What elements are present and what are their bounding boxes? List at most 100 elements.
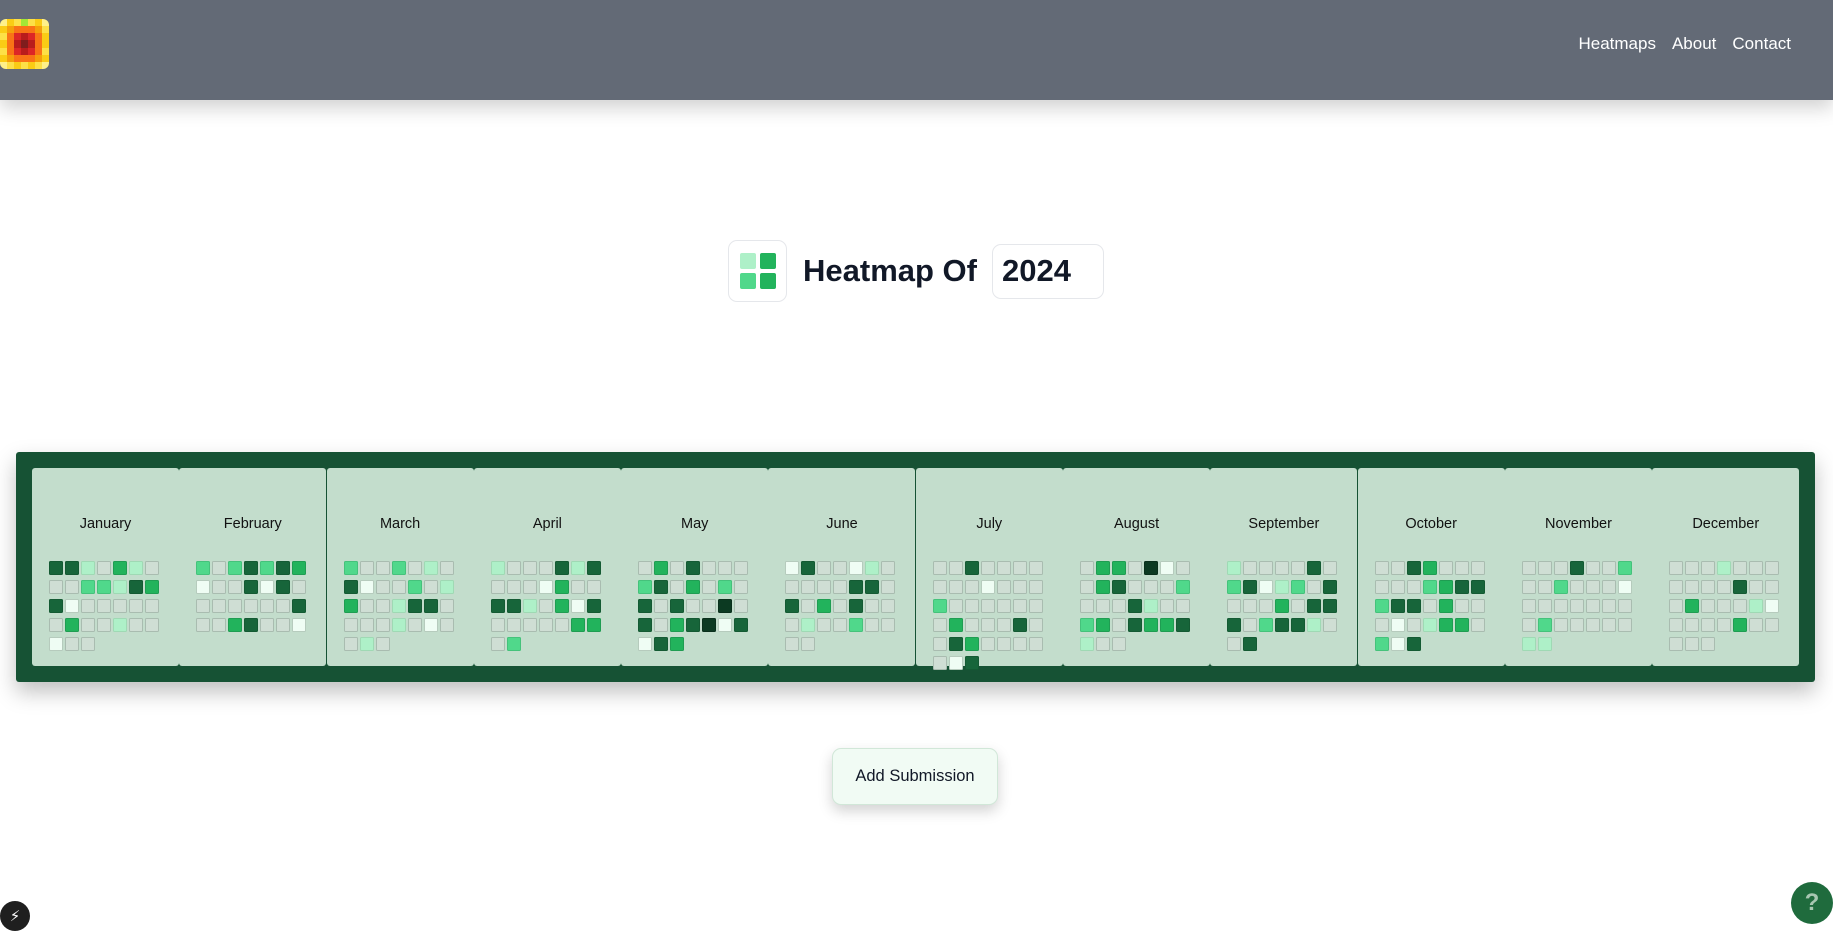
day-cell[interactable] [1685, 580, 1700, 594]
day-cell[interactable] [964, 561, 979, 575]
day-cell[interactable] [785, 618, 800, 632]
day-cell[interactable] [49, 599, 63, 613]
day-cell[interactable] [586, 599, 601, 613]
day-cell[interactable] [785, 561, 800, 575]
day-cell[interactable] [1717, 580, 1732, 594]
day-cell[interactable] [1275, 618, 1290, 632]
day-cell[interactable] [702, 599, 717, 613]
day-cell[interactable] [490, 580, 505, 594]
day-cell[interactable] [1422, 561, 1437, 575]
day-cell[interactable] [980, 637, 995, 651]
day-cell[interactable] [490, 599, 505, 613]
day-cell[interactable] [964, 599, 979, 613]
day-cell[interactable] [1765, 618, 1780, 632]
day-cell[interactable] [1128, 599, 1143, 613]
day-cell[interactable] [228, 561, 243, 575]
day-cell[interactable] [980, 618, 995, 632]
day-cell[interactable] [1096, 561, 1111, 575]
day-cell[interactable] [97, 599, 111, 613]
day-cell[interactable] [1701, 618, 1716, 632]
day-cell[interactable] [670, 580, 685, 594]
day-cell[interactable] [1374, 637, 1389, 651]
day-cell[interactable] [586, 580, 601, 594]
day-cell[interactable] [638, 599, 653, 613]
day-cell[interactable] [702, 580, 717, 594]
day-cell[interactable] [343, 618, 358, 632]
day-cell[interactable] [1012, 637, 1027, 651]
day-cell[interactable] [881, 580, 896, 594]
day-cell[interactable] [359, 561, 374, 575]
day-cell[interactable] [1243, 561, 1258, 575]
day-cell[interactable] [506, 561, 521, 575]
day-cell[interactable] [849, 580, 864, 594]
day-cell[interactable] [1227, 599, 1242, 613]
day-cell[interactable] [538, 599, 553, 613]
day-cell[interactable] [1585, 561, 1600, 575]
day-cell[interactable] [1028, 637, 1043, 651]
day-cell[interactable] [506, 580, 521, 594]
day-cell[interactable] [586, 561, 601, 575]
day-cell[interactable] [129, 599, 143, 613]
day-cell[interactable] [1012, 618, 1027, 632]
day-cell[interactable] [964, 618, 979, 632]
day-cell[interactable] [244, 599, 259, 613]
day-cell[interactable] [1553, 599, 1568, 613]
day-cell[interactable] [212, 580, 227, 594]
day-cell[interactable] [1374, 580, 1389, 594]
day-cell[interactable] [1454, 580, 1469, 594]
day-cell[interactable] [145, 580, 159, 594]
day-cell[interactable] [670, 637, 685, 651]
day-cell[interactable] [1569, 580, 1584, 594]
day-cell[interactable] [980, 599, 995, 613]
day-cell[interactable] [1096, 599, 1111, 613]
day-cell[interactable] [865, 561, 880, 575]
day-cell[interactable] [244, 580, 259, 594]
day-cell[interactable] [260, 580, 275, 594]
day-cell[interactable] [1144, 599, 1159, 613]
day-cell[interactable] [833, 561, 848, 575]
day-cell[interactable] [1390, 599, 1405, 613]
day-cell[interactable] [849, 561, 864, 575]
day-cell[interactable] [212, 561, 227, 575]
day-cell[interactable] [1733, 618, 1748, 632]
day-cell[interactable] [1323, 618, 1338, 632]
day-cell[interactable] [81, 599, 95, 613]
bolt-icon[interactable]: ⚡ [0, 901, 30, 931]
day-cell[interactable] [1012, 580, 1027, 594]
day-cell[interactable] [718, 618, 733, 632]
day-cell[interactable] [407, 580, 422, 594]
day-cell[interactable] [49, 580, 63, 594]
day-cell[interactable] [1160, 580, 1175, 594]
day-cell[interactable] [1390, 618, 1405, 632]
day-cell[interactable] [1406, 599, 1421, 613]
day-cell[interactable] [81, 580, 95, 594]
day-cell[interactable] [865, 580, 880, 594]
day-cell[interactable] [1374, 599, 1389, 613]
day-cell[interactable] [1080, 561, 1095, 575]
day-cell[interactable] [1374, 561, 1389, 575]
day-cell[interactable] [129, 618, 143, 632]
day-cell[interactable] [1243, 637, 1258, 651]
day-cell[interactable] [1717, 599, 1732, 613]
day-cell[interactable] [980, 561, 995, 575]
day-cell[interactable] [1701, 599, 1716, 613]
day-cell[interactable] [948, 656, 963, 670]
day-cell[interactable] [1454, 618, 1469, 632]
day-cell[interactable] [1028, 599, 1043, 613]
day-cell[interactable] [1601, 580, 1616, 594]
day-cell[interactable] [1227, 580, 1242, 594]
day-cell[interactable] [1307, 580, 1322, 594]
day-cell[interactable] [260, 618, 275, 632]
day-cell[interactable] [1669, 599, 1684, 613]
day-cell[interactable] [1406, 580, 1421, 594]
year-input[interactable] [991, 243, 1104, 299]
day-cell[interactable] [391, 599, 406, 613]
day-cell[interactable] [980, 580, 995, 594]
day-cell[interactable] [1243, 580, 1258, 594]
day-cell[interactable] [343, 637, 358, 651]
day-cell[interactable] [1685, 618, 1700, 632]
day-cell[interactable] [734, 580, 749, 594]
day-cell[interactable] [359, 637, 374, 651]
day-cell[interactable] [439, 580, 454, 594]
day-cell[interactable] [1323, 599, 1338, 613]
